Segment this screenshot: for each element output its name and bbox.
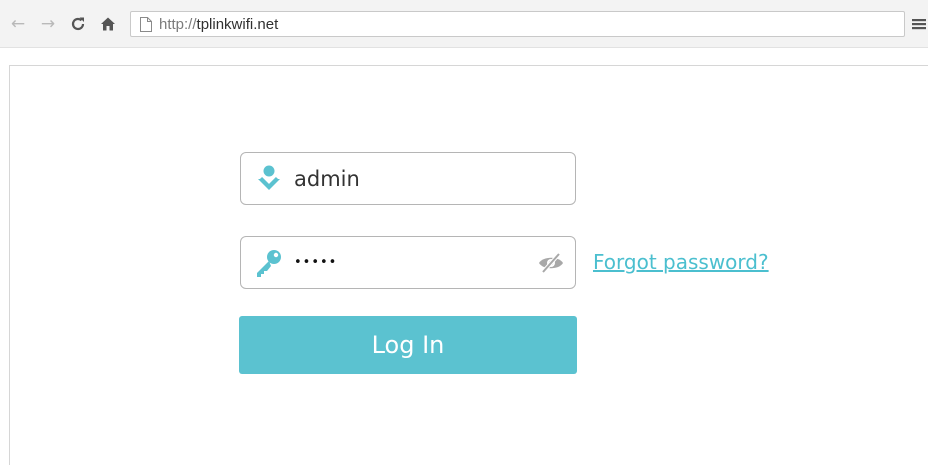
password-value: ••••• xyxy=(294,255,338,270)
login-button[interactable]: Log In xyxy=(239,316,577,374)
arrow-left-icon: ← xyxy=(10,14,26,34)
key-icon xyxy=(254,248,284,278)
eye-slash-icon xyxy=(539,252,563,274)
forgot-password-link[interactable]: Forgot password? xyxy=(593,250,769,274)
url-host: tplinkwifi.net xyxy=(196,15,279,33)
reload-icon xyxy=(71,17,85,31)
home-icon xyxy=(101,17,115,31)
browser-menu-button[interactable] xyxy=(912,14,926,34)
reload-button[interactable] xyxy=(68,14,88,34)
hamburger-menu-icon xyxy=(912,19,926,30)
username-value: admin xyxy=(294,166,360,191)
forward-button[interactable]: → xyxy=(38,14,58,34)
arrow-right-icon: → xyxy=(40,14,56,34)
username-field[interactable]: admin xyxy=(240,152,576,205)
home-button[interactable] xyxy=(98,14,118,34)
url-text: http://tplinkwifi.net xyxy=(159,16,278,33)
back-button[interactable]: ← xyxy=(8,14,28,34)
password-field[interactable]: ••••• xyxy=(240,236,576,289)
address-bar[interactable]: http://tplinkwifi.net xyxy=(130,11,905,37)
browser-toolbar: ← → http://tplinkwifi.net xyxy=(0,0,928,48)
url-protocol: http:// xyxy=(159,15,197,33)
show-password-toggle[interactable] xyxy=(537,250,565,276)
user-icon xyxy=(254,164,284,194)
page-icon xyxy=(138,16,154,32)
